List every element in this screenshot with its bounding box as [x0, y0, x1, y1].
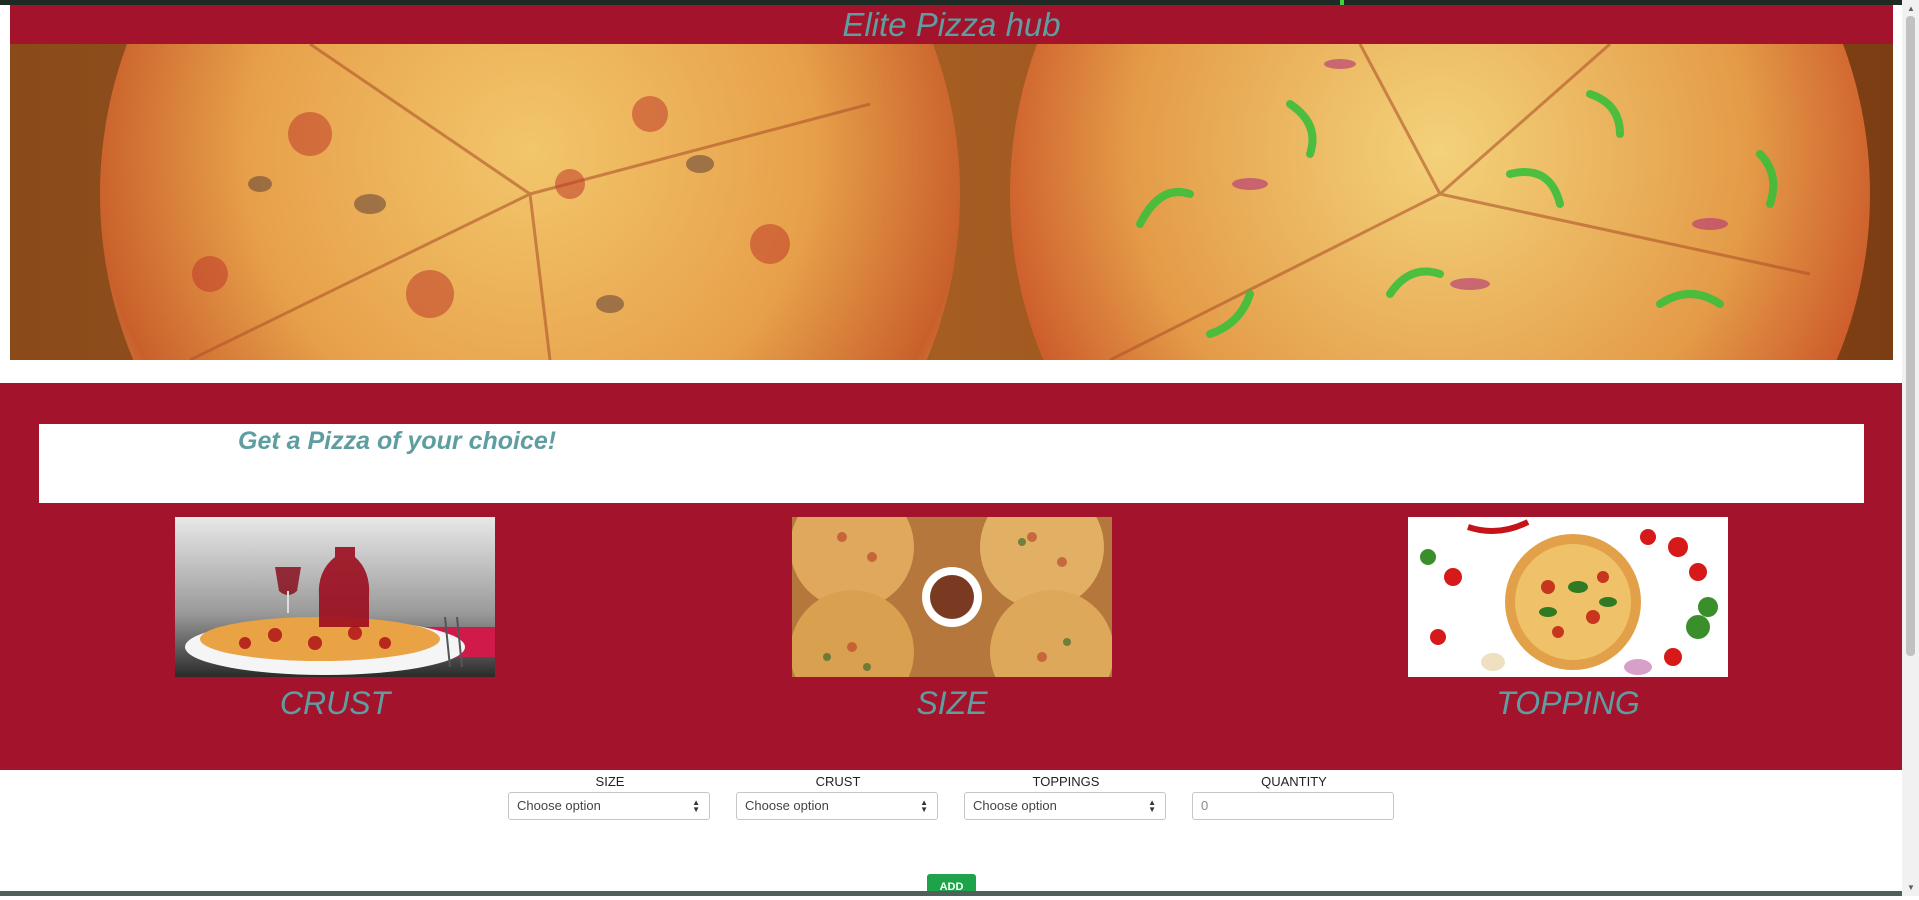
toppings-field: TOPPINGS Choose option ▲ ▼ — [964, 770, 1168, 820]
scroll-down-icon[interactable]: ▼ — [1907, 883, 1915, 892]
quantity-value: 0 — [1201, 798, 1209, 813]
size-image — [792, 517, 1112, 677]
scroll-up-icon[interactable]: ▲ — [1907, 4, 1915, 13]
bottom-strip — [0, 891, 1902, 896]
toppings-label: TOPPINGS — [1032, 774, 1100, 789]
crust-select-value: Choose option — [745, 798, 829, 813]
select-arrows-icon: ▲ ▼ — [920, 798, 928, 814]
hero-banner-image — [10, 44, 1893, 360]
select-arrows-icon: ▲ ▼ — [1148, 798, 1156, 814]
scrollbar-thumb[interactable] — [1906, 16, 1915, 656]
promo-box: Get a Pizza of your choice! — [39, 424, 1864, 503]
size-card: SIZE — [792, 517, 1112, 721]
quantity-label: QUANTITY — [1261, 774, 1327, 789]
crust-label: CRUST — [815, 774, 861, 789]
toppings-select-value: Choose option — [973, 798, 1057, 813]
size-select-value: Choose option — [517, 798, 601, 813]
toppings-select[interactable]: Choose option ▲ ▼ — [964, 792, 1166, 820]
topping-caption: TOPPING — [1496, 685, 1640, 721]
size-select[interactable]: Choose option ▲ ▼ — [508, 792, 710, 820]
size-field: SIZE Choose option ▲ ▼ — [508, 770, 712, 820]
vertical-scrollbar[interactable]: ▲ ▼ — [1902, 0, 1919, 896]
page: Elite Pizza hub Get a Pizza of your choi… — [0, 5, 1902, 891]
select-arrows-icon: ▲ ▼ — [692, 798, 700, 814]
brand-header: Elite Pizza hub — [10, 5, 1893, 45]
crust-card: CRUST — [175, 517, 495, 721]
topping-image — [1408, 517, 1728, 677]
site-title: Elite Pizza hub — [842, 6, 1061, 43]
choice-section: Get a Pizza of your choice! CRUST SIZE T… — [0, 383, 1902, 770]
crust-field: CRUST Choose option ▲ ▼ — [736, 770, 940, 820]
topping-card: TOPPING — [1408, 517, 1728, 721]
crust-image — [175, 517, 495, 677]
crust-caption: CRUST — [279, 685, 391, 721]
size-caption: SIZE — [916, 685, 988, 721]
quantity-input[interactable]: 0 — [1192, 792, 1394, 820]
crust-select[interactable]: Choose option ▲ ▼ — [736, 792, 938, 820]
promo-headline: Get a Pizza of your choice! — [238, 427, 557, 455]
size-label: SIZE — [595, 774, 625, 789]
quantity-field: QUANTITY 0 — [1192, 770, 1396, 820]
